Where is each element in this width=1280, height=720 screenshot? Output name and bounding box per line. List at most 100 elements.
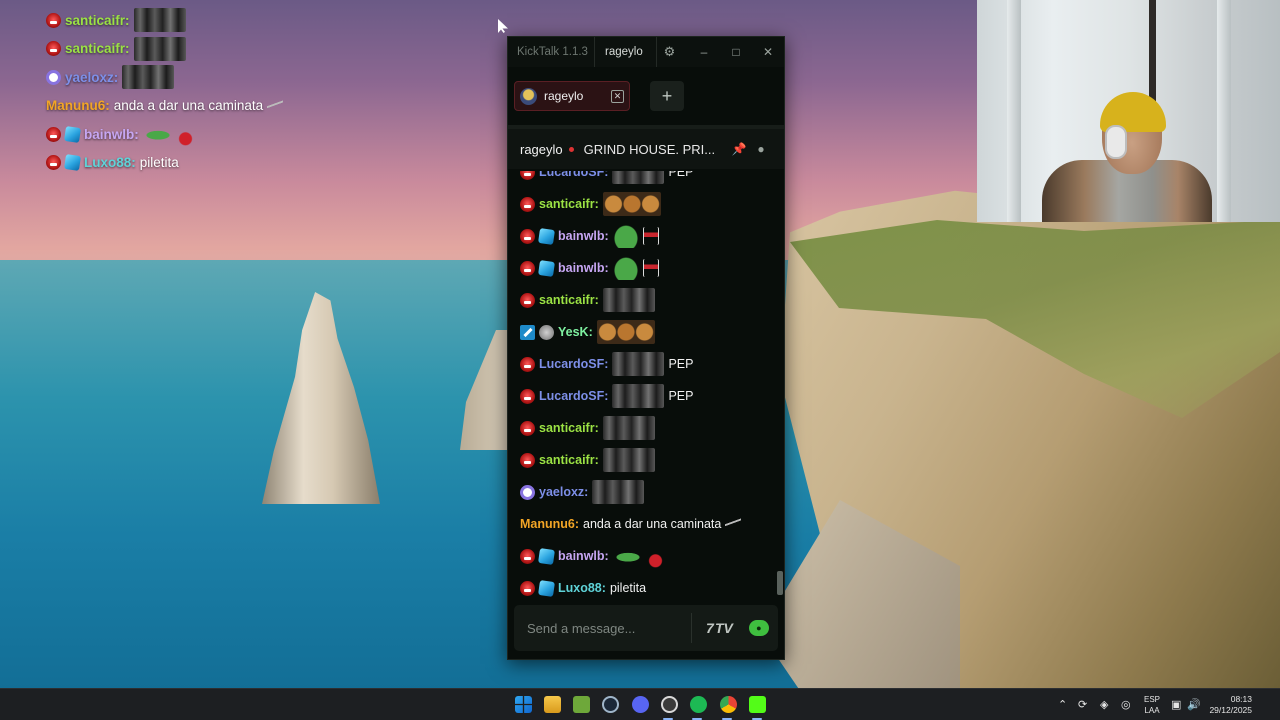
chat-username[interactable]: yaeloxz: xyxy=(65,70,118,85)
webcam-headset xyxy=(1105,125,1127,159)
men-emote-icon[interactable] xyxy=(602,448,655,472)
tab-label: rageylo xyxy=(544,89,584,103)
chat-username[interactable]: bainwlb: xyxy=(558,261,609,275)
discord-icon[interactable] xyxy=(632,696,649,713)
chat-message[interactable]: Manunu6: anda a dar una caminata xyxy=(46,92,346,121)
walk-emote-icon[interactable] xyxy=(267,94,284,117)
add-tab-button[interactable]: + xyxy=(650,81,684,111)
title-bar[interactable]: KickTalk 1.1.3 rageylo ⚙ – □ ✕ xyxy=(508,37,784,67)
channel-name[interactable]: rageylo xyxy=(520,142,563,157)
chat-message[interactable]: LucardoSF: PEP xyxy=(520,383,693,409)
chat-message[interactable]: Luxo88: piletita xyxy=(520,575,646,601)
chat-message[interactable]: YesK: xyxy=(520,319,655,345)
message-input[interactable] xyxy=(527,620,687,636)
pepe-red-emote-icon[interactable] xyxy=(612,544,663,568)
current-user[interactable]: rageylo xyxy=(594,37,656,67)
men-emote-icon[interactable] xyxy=(133,8,186,33)
men-emote-icon[interactable] xyxy=(133,36,186,61)
tray-chevron-up-icon[interactable]: ⌃ xyxy=(1058,698,1067,711)
men-emote-icon[interactable] xyxy=(602,416,655,440)
pepe-emote-icon[interactable] xyxy=(612,256,639,280)
maximize-icon[interactable]: □ xyxy=(720,45,752,59)
user-icon[interactable]: ● xyxy=(750,142,772,156)
chat-username[interactable]: YesK: xyxy=(558,325,593,339)
skull-badge-icon xyxy=(520,388,535,404)
men-emote-icon[interactable] xyxy=(612,352,665,376)
walk-emote-icon[interactable] xyxy=(725,513,742,535)
chat-username[interactable]: Manunu6: xyxy=(46,98,110,113)
chat-username[interactable]: bainwlb: xyxy=(84,127,139,142)
glass-emote-icon[interactable] xyxy=(642,227,659,245)
tab-rageylo[interactable]: rageylo ✕ xyxy=(514,81,630,111)
men-emote-icon[interactable] xyxy=(612,384,665,408)
emote-picker-icon[interactable]: 7 TV xyxy=(706,620,733,636)
chrome-icon[interactable] xyxy=(720,696,737,713)
chat-message[interactable]: santicaifr: xyxy=(520,415,655,441)
skull-badge-icon xyxy=(46,41,61,57)
chat-message[interactable]: Luxo88: piletita xyxy=(46,149,346,178)
chat-message[interactable]: bainwlb: xyxy=(520,255,659,281)
file-explorer-icon[interactable] xyxy=(544,696,561,713)
chat-username[interactable]: santicaifr: xyxy=(65,41,130,56)
chat-message[interactable]: santicaifr: xyxy=(46,35,346,64)
close-tab-icon[interactable]: ✕ xyxy=(611,89,624,103)
steam-icon[interactable] xyxy=(602,696,619,713)
tray-network-icon[interactable]: ▣ xyxy=(1171,698,1181,711)
chat-username[interactable]: santicaifr: xyxy=(539,453,599,467)
minimize-icon[interactable]: – xyxy=(688,45,720,59)
windows-start-icon[interactable] xyxy=(515,696,532,713)
scrollbar-thumb[interactable] xyxy=(777,571,783,595)
pin-icon[interactable]: 📌 xyxy=(728,142,750,156)
chat-username[interactable]: Luxo88: xyxy=(558,581,606,595)
chat-messages[interactable]: LucardoSF: PEP santicaifr: bainwlb: bainwlb:… xyxy=(508,171,784,601)
chat-username[interactable]: Manunu6: xyxy=(520,517,579,531)
pepe-red-emote-icon[interactable] xyxy=(142,122,193,147)
glass-emote-icon[interactable] xyxy=(642,259,659,277)
men-emote-icon[interactable] xyxy=(612,171,665,184)
chat-username[interactable]: LucardoSF: xyxy=(539,389,608,403)
tray-security-icon[interactable]: ◈ xyxy=(1100,698,1108,711)
pepe-emote-icon[interactable] xyxy=(612,224,639,248)
chat-message[interactable]: santicaifr: xyxy=(520,191,661,217)
chat-username[interactable]: yaeloxz: xyxy=(539,485,588,499)
chat-message[interactable]: bainwlb: xyxy=(520,223,659,249)
chat-text: anda a dar una caminata xyxy=(583,517,722,531)
tray-microphone-icon[interactable]: ◎ xyxy=(1121,698,1131,711)
chat-username[interactable]: LucardoSF: xyxy=(539,171,608,179)
kick-send-icon[interactable]: ● xyxy=(748,620,769,636)
monkeys-emote-icon[interactable] xyxy=(596,320,655,344)
tray-volume-icon[interactable]: 🔊 xyxy=(1187,698,1201,711)
monkeys-emote-icon[interactable] xyxy=(602,192,661,216)
chat-username[interactable]: LucardoSF: xyxy=(539,357,608,371)
men-emote-icon[interactable] xyxy=(122,65,175,90)
chat-message[interactable]: yaeloxz: xyxy=(520,479,645,505)
gear-icon[interactable]: ⚙ xyxy=(656,37,682,67)
chat-message[interactable]: bainwlb: xyxy=(520,543,663,569)
chat-username[interactable]: santicaifr: xyxy=(65,13,130,28)
grey-badge-icon xyxy=(539,324,554,340)
tray-clock[interactable]: 08:13 29/12/2025 xyxy=(1204,694,1252,716)
tray-sync-icon[interactable]: ⟳ xyxy=(1078,698,1087,711)
chat-message[interactable]: bainwlb: xyxy=(46,120,346,149)
close-icon[interactable]: ✕ xyxy=(752,45,784,59)
app-green-icon[interactable] xyxy=(573,696,590,713)
chat-message[interactable]: LucardoSF: PEP xyxy=(520,171,693,185)
tray-language[interactable]: ESP LAA xyxy=(1140,694,1164,716)
chat-message[interactable]: Manunu6: anda a dar una caminata xyxy=(520,511,742,537)
chat-username[interactable]: santicaifr: xyxy=(539,197,599,211)
chat-username[interactable]: santicaifr: xyxy=(539,293,599,307)
chat-message[interactable]: LucardoSF: PEP xyxy=(520,351,693,377)
chat-message[interactable]: santicaifr: xyxy=(520,287,655,313)
chat-username[interactable]: Luxo88: xyxy=(84,155,136,170)
obs-icon[interactable] xyxy=(661,696,678,713)
chat-username[interactable]: santicaifr: xyxy=(539,421,599,435)
chat-message[interactable]: santicaifr: xyxy=(46,6,346,35)
chat-message[interactable]: yaeloxz: xyxy=(46,63,346,92)
kick-icon[interactable] xyxy=(749,696,766,713)
men-emote-icon[interactable] xyxy=(602,288,655,312)
men-emote-icon[interactable] xyxy=(592,480,645,504)
spotify-icon[interactable] xyxy=(690,696,707,713)
chat-username[interactable]: bainwlb: xyxy=(558,549,609,563)
chat-message[interactable]: santicaifr: xyxy=(520,447,655,473)
chat-username[interactable]: bainwlb: xyxy=(558,229,609,243)
